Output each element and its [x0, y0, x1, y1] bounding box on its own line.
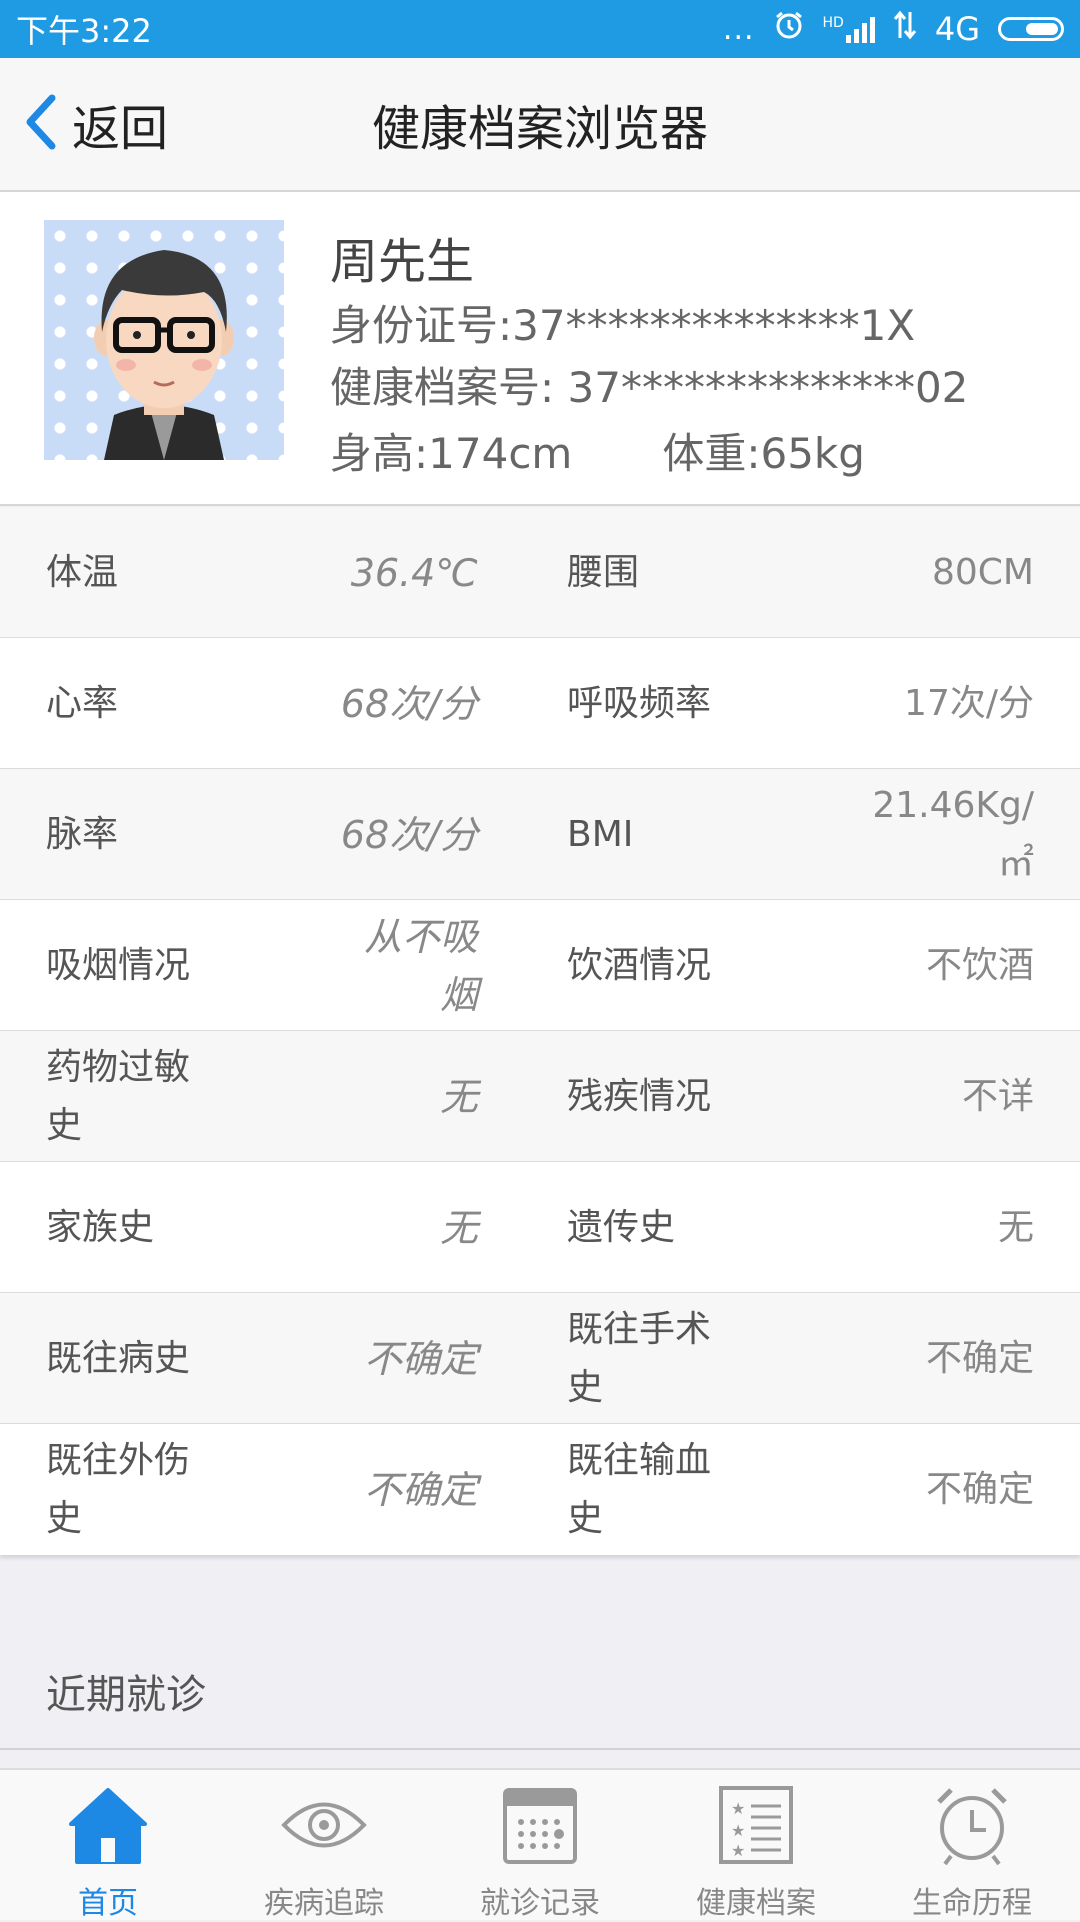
indicator-row: 家族史 无 遗传史 无 — [0, 1162, 1080, 1293]
alarm-clock-icon — [927, 1784, 1017, 1870]
indicator-value: 不确定 — [363, 1336, 478, 1381]
indicator-value: 68次/分 — [340, 681, 478, 726]
indicator-value: 不详 — [961, 1075, 1034, 1117]
indicator-label: 既往病史 — [46, 1337, 191, 1379]
indicator-label: 吸烟情况 — [46, 944, 191, 986]
hd-label: HD — [822, 15, 844, 31]
indicator-row: 药物过敏史 无 残疾情况 不详 — [0, 1031, 1080, 1162]
indicator-row: 体温 36.4℃ 腰围 80CM — [0, 507, 1080, 638]
indicator-label: 呼吸频率 — [567, 682, 712, 724]
tab-life-course[interactable]: 生命历程 — [864, 1770, 1080, 1921]
indicator-label: 既往手术史 — [567, 1308, 712, 1408]
tab-label: 就诊记录 — [480, 1886, 600, 1921]
svg-text:★: ★ — [731, 1841, 745, 1860]
patient-name: 周先生 — [330, 234, 475, 290]
indicator-value: 不确定 — [925, 1468, 1034, 1510]
indicator-value: 无 — [439, 1074, 478, 1119]
indicator-label: 饮酒情况 — [567, 944, 712, 986]
cartoon-man-avatar-icon — [94, 250, 234, 460]
indicator-value: 68次/分 — [340, 812, 478, 857]
health-record-number: 健康档案号: 37**************02 — [330, 363, 969, 412]
alarm-icon — [773, 9, 805, 49]
network-type: 4G — [934, 10, 980, 48]
weight-value: 体重:65kg — [662, 429, 865, 478]
tab-visit-records[interactable]: 就诊记录 — [432, 1770, 648, 1921]
status-icons: ... HD 4G — [723, 9, 1064, 49]
more-dots-icon: ... — [722, 11, 755, 47]
list-icon: ★ ★ ★ — [711, 1784, 801, 1870]
tab-home[interactable]: 首页 — [0, 1770, 216, 1921]
indicator-row: 既往病史 不确定 既往手术史 不确定 — [0, 1293, 1080, 1424]
tab-label: 疾病追踪 — [264, 1886, 384, 1921]
height-weight: 身高:174cm 体重:65kg — [330, 420, 865, 481]
indicator-value: 不确定 — [363, 1467, 478, 1512]
data-transfer-icon — [893, 10, 917, 48]
indicator-label: 既往输血史 — [567, 1439, 712, 1539]
battery-icon — [998, 17, 1064, 41]
indicator-value: 17次/分 — [904, 682, 1034, 724]
tab-label: 生命历程 — [912, 1886, 1032, 1921]
eye-icon — [279, 1784, 369, 1870]
recent-visits-section: 近期就诊 — [0, 1602, 1080, 1750]
indicator-label: 脉率 — [46, 813, 119, 855]
indicator-label: 药物过敏史 — [46, 1046, 191, 1146]
indicator-label: 体温 — [46, 551, 119, 593]
signal-hd-icon: HD — [823, 15, 875, 43]
indicator-value: 21.46Kg/㎡ — [872, 784, 1034, 884]
indicator-label: 心率 — [46, 682, 119, 724]
bottom-tab-bar: 首页 疾病追踪 就诊记录 ★ ★ ★ 健康档案 生命历程 — [0, 1768, 1080, 1921]
indicator-row: 心率 68次/分 呼吸频率 17次/分 — [0, 638, 1080, 769]
height-value: 身高:174cm — [330, 429, 573, 478]
indicator-value: 从不吸烟 — [363, 914, 478, 1017]
tab-disease-tracking[interactable]: 疾病追踪 — [216, 1770, 432, 1921]
status-time: 下午3:22 — [16, 12, 152, 50]
indicator-value: 80CM — [931, 551, 1034, 593]
tab-health-records[interactable]: ★ ★ ★ 健康档案 — [648, 1770, 864, 1921]
indicator-label: 既往外伤史 — [46, 1439, 191, 1539]
indicator-value: 36.4℃ — [350, 550, 478, 595]
indicator-value: 无 — [439, 1205, 478, 1250]
back-label: 返回 — [72, 101, 169, 157]
calendar-icon — [495, 1784, 585, 1870]
status-bar: 下午3:22 ... HD 4G — [0, 0, 1080, 58]
indicator-row: 脉率 68次/分 BMI 21.46Kg/㎡ — [0, 769, 1080, 900]
indicator-value: 不饮酒 — [925, 944, 1034, 986]
recent-visits-title: 近期就诊 — [46, 1672, 206, 1718]
avatar[interactable] — [44, 220, 284, 460]
svg-text:★: ★ — [731, 1821, 745, 1840]
indicator-value: 不确定 — [925, 1337, 1034, 1379]
chevron-left-icon — [20, 92, 60, 156]
tab-label: 首页 — [78, 1886, 138, 1921]
indicator-label: BMI — [567, 813, 634, 855]
indicator-label: 家族史 — [46, 1206, 155, 1248]
home-icon — [63, 1784, 153, 1870]
health-indicators-table: 体温 36.4℃ 腰围 80CM 心率 68次/分 呼吸频率 17次/分 脉率 … — [0, 507, 1080, 1555]
navigation-bar: 返回 健康档案浏览器 — [0, 58, 1080, 192]
indicator-label: 残疾情况 — [567, 1075, 712, 1117]
indicator-value: 无 — [997, 1206, 1034, 1248]
id-number: 身份证号:37**************1X — [330, 301, 916, 350]
indicator-label: 腰围 — [567, 551, 640, 593]
back-button[interactable]: 返回 — [20, 58, 168, 190]
profile-card: 周先生 身份证号:37**************1X 健康档案号: 37***… — [0, 192, 1080, 506]
indicator-row: 既往外伤史 不确定 既往输血史 不确定 — [0, 1424, 1080, 1555]
indicator-row: 吸烟情况 从不吸烟 饮酒情况 不饮酒 — [0, 900, 1080, 1031]
svg-text:★: ★ — [731, 1799, 745, 1818]
tab-label: 健康档案 — [696, 1886, 816, 1921]
indicator-label: 遗传史 — [567, 1206, 676, 1248]
